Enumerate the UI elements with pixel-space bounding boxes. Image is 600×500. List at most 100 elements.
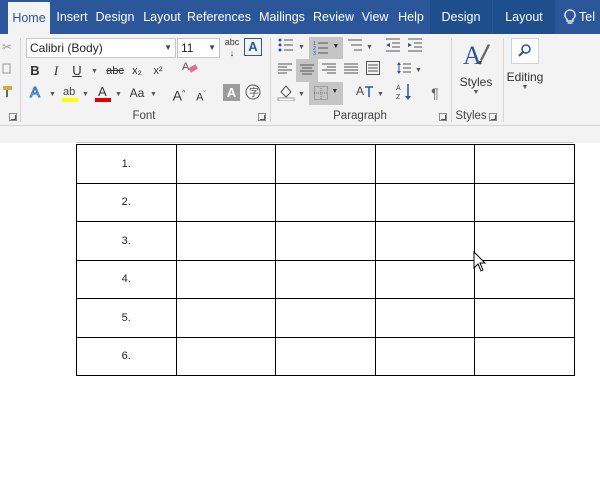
table-cell[interactable] [374,259,475,299]
table-cell[interactable] [474,298,575,338]
font-dialog-launcher[interactable] [258,113,266,121]
table-cell[interactable]: 5. [76,298,177,338]
numbering-icon[interactable]: 123 ▼ [309,37,343,59]
increase-indent-icon[interactable] [406,38,424,58]
show-paragraph-marks-icon[interactable]: ¶ [426,83,444,103]
tab-mailings[interactable]: Mailings [254,0,310,34]
tell-me-search[interactable]: Tel [579,0,600,34]
highlight-color-icon[interactable]: ab [60,83,80,103]
italic-button[interactable]: I [48,61,64,81]
document-page[interactable]: 1. 2. 3. 4. 5. 6. [0,143,600,500]
character-border-icon[interactable]: A [244,38,262,56]
underline-button[interactable]: U [69,61,85,81]
tab-insert[interactable]: Insert [52,0,92,34]
cut-icon[interactable]: ✂ [0,37,14,57]
tab-table-design[interactable]: Design [430,0,492,34]
decrease-indent-icon[interactable] [384,38,402,58]
table-cell[interactable] [275,259,376,299]
chevron-down-icon[interactable]: ▼ [366,44,373,51]
table-cell[interactable]: 6. [76,336,177,376]
chevron-down-icon[interactable]: ▼ [115,91,122,98]
table-cell[interactable]: 3. [76,221,177,261]
tab-layout[interactable]: Layout [139,0,185,34]
copy-icon[interactable] [0,61,14,81]
table-cell[interactable] [474,221,575,261]
table-cell[interactable] [275,221,376,261]
tab-references[interactable]: References [186,0,252,34]
chevron-down-icon[interactable]: ▼ [298,91,305,98]
align-center-icon[interactable] [296,59,318,82]
subscript-button[interactable]: x₂ [129,61,145,81]
table-cell[interactable] [175,298,276,338]
font-color-icon[interactable]: A [93,83,113,103]
text-effects-icon[interactable]: A [27,83,47,103]
format-painter-icon[interactable] [0,85,14,105]
tab-help[interactable]: Help [393,0,429,34]
borders-icon[interactable]: ▼ [309,82,343,105]
distributed-icon[interactable] [364,61,382,81]
clipboard-launcher[interactable] [9,113,17,121]
shading-icon[interactable] [276,83,296,103]
table-cell[interactable] [275,336,376,376]
strikethrough-button[interactable]: abc [103,61,127,81]
paragraph-dialog-launcher[interactable] [439,113,447,121]
font-name-combo[interactable]: Calibri (Body) ▼ [26,38,176,58]
align-right-icon[interactable] [320,61,338,81]
align-left-icon[interactable] [276,61,294,81]
table-row: 6. [76,336,575,376]
chevron-down-icon[interactable]: ▼ [91,68,98,75]
chevron-down-icon[interactable]: ▼ [298,44,305,51]
tab-review[interactable]: Review [311,0,356,34]
table-cell[interactable] [374,298,475,338]
tab-view[interactable]: View [358,0,392,34]
justify-icon[interactable] [342,61,360,81]
table-cell[interactable]: 2. [76,182,177,222]
enclose-characters-icon[interactable]: 字 [244,84,262,104]
table-cell[interactable] [474,259,575,299]
table-cell[interactable] [275,182,376,222]
bold-button[interactable]: B [27,61,43,81]
table-cell[interactable]: 1. [76,144,177,184]
table-cell[interactable] [374,182,475,222]
chevron-down-icon[interactable]: ▼ [49,91,56,98]
table-cell[interactable] [374,221,475,261]
styles-dialog-launcher[interactable] [489,113,497,121]
multilevel-list-icon[interactable] [346,38,364,58]
bullets-icon[interactable] [277,38,295,58]
tab-table-layout[interactable]: Layout [493,0,555,34]
table-cell[interactable] [474,336,575,376]
table-cell[interactable] [374,144,475,184]
table-cell[interactable] [175,259,276,299]
font-size-combo[interactable]: 11 ▼ [177,38,220,58]
superscript-button[interactable]: x² [150,61,166,81]
asian-layout-icon[interactable]: A [354,83,376,103]
table-cell[interactable] [374,336,475,376]
chevron-down-icon[interactable]: ▼ [377,91,384,98]
tab-design[interactable]: Design [93,0,137,34]
character-shading-icon[interactable]: A [223,84,240,101]
table-cell[interactable] [175,182,276,222]
table-cell[interactable] [474,182,575,222]
tab-home[interactable]: Home [8,2,50,34]
chevron-down-icon[interactable]: ▼ [82,91,89,98]
table-cell[interactable] [175,336,276,376]
grow-font-button[interactable]: A^ [171,84,187,104]
sort-icon[interactable]: AZ [394,82,414,102]
ribbon: ✂ Calibri (Body) ▼ 11 ▼ abc ↓ A B I U ▼ a… [0,34,600,126]
chevron-down-icon[interactable]: ▼ [415,67,422,74]
table-cell[interactable] [275,144,376,184]
table-cell[interactable] [175,221,276,261]
document-table[interactable]: 1. 2. 3. 4. 5. 6. [76,144,575,376]
change-case-small-icon[interactable]: abc ↓ [224,37,240,58]
table-cell[interactable]: 4. [76,259,177,299]
clear-formatting-icon[interactable]: A [179,59,201,79]
chevron-down-icon[interactable]: ▼ [150,91,157,98]
table-cell[interactable] [474,144,575,184]
table-cell[interactable] [275,298,376,338]
editing-button[interactable]: Editing ▼ [504,38,546,104]
change-case-button[interactable]: Aa [127,83,147,103]
styles-button[interactable]: A Styles ▼ [455,38,497,104]
shrink-font-button[interactable]: Aˇ [193,85,209,105]
table-cell[interactable] [175,144,276,184]
line-spacing-icon[interactable] [395,61,413,81]
